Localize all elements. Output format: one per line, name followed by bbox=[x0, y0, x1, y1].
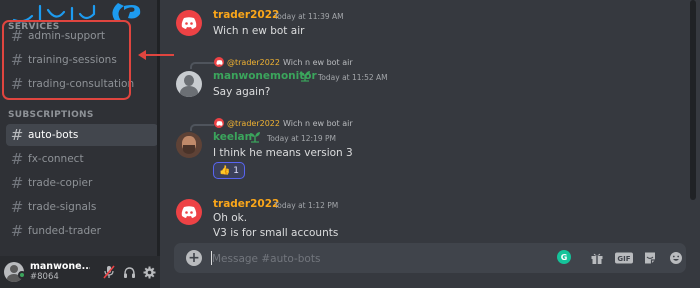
emoji-icon[interactable] bbox=[669, 250, 683, 266]
gif-icon[interactable]: GIF bbox=[614, 250, 634, 266]
reply-preview[interactable]: @trader2022 Wich n ew bot air bbox=[214, 57, 353, 67]
section-header-subscriptions[interactable]: SUBSCRIPTIONS bbox=[8, 110, 94, 120]
reply-preview[interactable]: @trader2022 Wich n ew bot air bbox=[214, 118, 353, 128]
hash-icon: # bbox=[10, 222, 24, 240]
message-input[interactable] bbox=[212, 251, 532, 267]
channel-auto-bots[interactable]: # auto-bots bbox=[6, 124, 158, 146]
channel-trade-signals[interactable]: # trade-signals bbox=[6, 196, 158, 218]
message-author[interactable]: trader2022 bbox=[213, 9, 279, 21]
message-text: Say again? bbox=[213, 86, 271, 98]
message-timestamp: Today at 11:52 AM bbox=[318, 73, 388, 82]
avatar[interactable] bbox=[176, 132, 202, 158]
chat-scrollbar[interactable] bbox=[690, 0, 696, 200]
status-online-dot bbox=[18, 271, 26, 279]
channel-label: funded-trader bbox=[28, 225, 101, 237]
sprout-icon bbox=[250, 132, 260, 143]
message-text: Oh ok. bbox=[213, 212, 248, 224]
reaction-thumbs-up[interactable]: 👍 1 bbox=[213, 162, 245, 179]
mic-muted-icon[interactable] bbox=[102, 265, 116, 279]
hash-icon: # bbox=[10, 198, 24, 216]
reply-connector bbox=[190, 124, 214, 131]
reply-mention: @trader2022 bbox=[227, 118, 280, 128]
sticker-icon[interactable] bbox=[643, 250, 657, 266]
gift-icon[interactable] bbox=[590, 250, 604, 266]
message-text: V3 is for small accounts bbox=[213, 227, 339, 239]
headphones-icon[interactable] bbox=[122, 265, 136, 279]
message-timestamp: Today at 12:19 PM bbox=[267, 134, 336, 143]
sprout-icon bbox=[300, 71, 310, 82]
gif-label: GIF bbox=[617, 255, 630, 263]
thumbs-up-emoji: 👍 bbox=[219, 165, 231, 176]
channel-label: trade-copier bbox=[28, 177, 93, 189]
message-text: I think he means version 3 bbox=[213, 147, 353, 159]
message-author[interactable]: keelan bbox=[213, 131, 252, 143]
channel-trade-copier[interactable]: # trade-copier bbox=[6, 172, 158, 194]
sidebar-scrollbar[interactable] bbox=[157, 0, 160, 256]
hash-icon: # bbox=[10, 150, 24, 168]
highlight-box bbox=[2, 20, 131, 100]
reply-connector bbox=[190, 62, 214, 69]
channel-fx-connect[interactable]: # fx-connect bbox=[6, 148, 158, 170]
channel-label: fx-connect bbox=[28, 153, 84, 165]
message-author[interactable]: trader2022 bbox=[213, 198, 279, 210]
discord-avatar-icon[interactable] bbox=[176, 199, 202, 225]
channel-label: auto-bots bbox=[28, 129, 79, 141]
message-timestamp: Today at 1:12 PM bbox=[274, 201, 339, 210]
avatar[interactable] bbox=[176, 71, 202, 97]
discord-avatar-icon bbox=[214, 118, 224, 128]
user-name: manwone... bbox=[30, 261, 90, 272]
channel-label: trade-signals bbox=[28, 201, 97, 213]
user-info[interactable]: manwone... #8064 bbox=[30, 261, 90, 283]
reply-mention: @trader2022 bbox=[227, 57, 280, 67]
message-timestamp: Today at 11:39 AM bbox=[274, 12, 344, 21]
grammarly-icon[interactable]: G bbox=[557, 250, 571, 264]
hash-icon: # bbox=[10, 126, 24, 144]
user-tag: #8064 bbox=[30, 272, 59, 282]
message-text: Wich n ew bot air bbox=[213, 25, 305, 37]
channel-funded-trader[interactable]: # funded-trader bbox=[6, 220, 158, 242]
discord-avatar-icon bbox=[214, 57, 224, 67]
hash-icon: # bbox=[10, 174, 24, 192]
plus-icon[interactable]: + bbox=[186, 250, 202, 266]
reaction-count: 1 bbox=[233, 165, 239, 176]
gear-icon[interactable] bbox=[142, 265, 156, 279]
reply-text: Wich n ew bot air bbox=[282, 118, 353, 128]
arrow-left-icon bbox=[138, 50, 174, 60]
reply-text: Wich n ew bot air bbox=[282, 57, 353, 67]
text-caret bbox=[211, 251, 212, 265]
discord-avatar-icon[interactable] bbox=[176, 10, 202, 36]
